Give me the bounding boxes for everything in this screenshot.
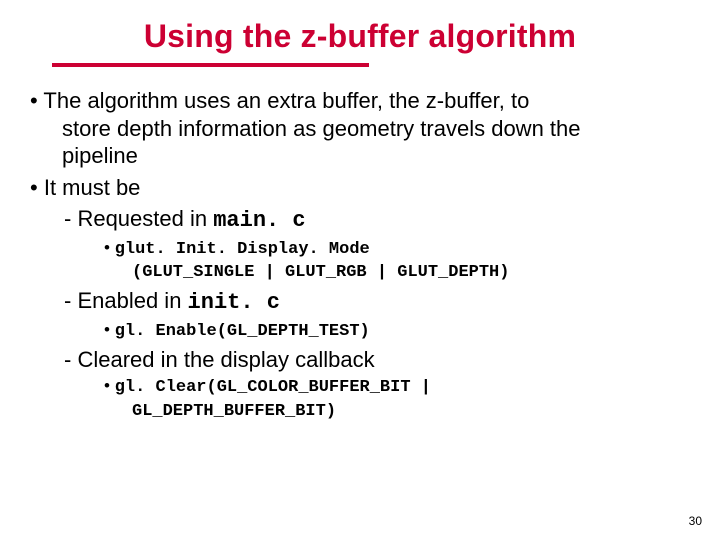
subsub-3: gl. Clear(GL_COLOR_BUFFER_BIT | GL_DEPTH…	[104, 375, 690, 422]
subsub-2: gl. Enable(GL_DEPTH_TEST)	[104, 319, 690, 342]
title-underline	[52, 63, 369, 67]
sub-2-prefix: Enabled in	[77, 288, 187, 313]
sub-1-code: main. c	[213, 208, 305, 233]
sub-3: Cleared in the display callback	[64, 346, 690, 374]
slide-title: Using the z-buffer algorithm	[30, 18, 690, 55]
subsub-1: glut. Init. Display. Mode (GLUT_SINGLE |…	[104, 237, 690, 284]
bullet-2-text: It must be	[44, 175, 141, 200]
bullet-1: The algorithm uses an extra buffer, the …	[30, 87, 690, 170]
subsub-3-line1: gl. Clear(GL_COLOR_BUFFER_BIT |	[115, 378, 431, 397]
subsub-1-line2: (GLUT_SINGLE | GLUT_RGB | GLUT_DEPTH)	[118, 263, 509, 282]
subsub-1-line1: glut. Init. Display. Mode	[115, 240, 370, 259]
subsub-2-text: gl. Enable(GL_DEPTH_TEST)	[115, 322, 370, 341]
bullet-1-line1: The algorithm uses an extra buffer, the …	[43, 88, 529, 113]
bullet-2: It must be	[30, 174, 690, 202]
sub-3-text: Cleared in the display callback	[77, 347, 374, 372]
sub-2-code: init. c	[188, 290, 280, 315]
sub-2: Enabled in init. c	[64, 287, 690, 317]
sub-1-prefix: Requested in	[77, 206, 213, 231]
sub-1: Requested in main. c	[64, 205, 690, 235]
bullet-1-line3: pipeline	[46, 142, 690, 170]
page-number: 30	[689, 514, 702, 528]
slide: Using the z-buffer algorithm The algorit…	[0, 0, 720, 540]
bullet-list: The algorithm uses an extra buffer, the …	[30, 87, 690, 422]
subsub-3-line2: GL_DEPTH_BUFFER_BIT)	[118, 402, 336, 421]
bullet-1-line2: store depth information as geometry trav…	[46, 115, 690, 143]
